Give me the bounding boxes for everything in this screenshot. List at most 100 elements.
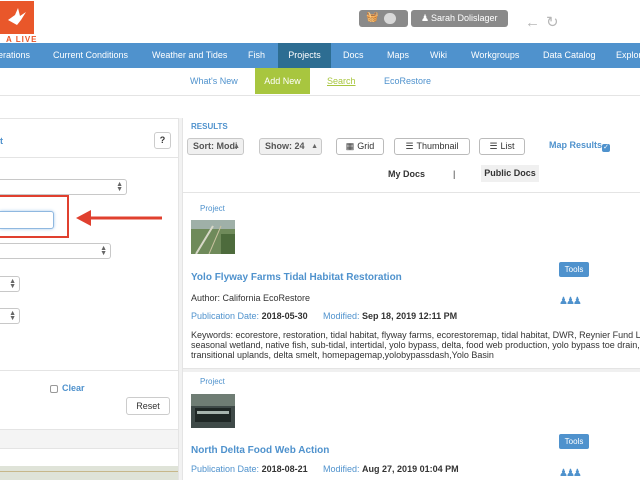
nav-projects[interactable]: Projects xyxy=(278,43,331,68)
result-author: Author: California EcoRestore xyxy=(191,293,311,303)
results-heading: RESULTS xyxy=(191,122,228,131)
publication-date: Publication Date: 2018-05-30 xyxy=(191,311,308,321)
user-icon: ♟ xyxy=(421,13,430,23)
map-results-label[interactable]: Map Results xyxy=(549,140,602,150)
my-docs-tab[interactable]: My Docs xyxy=(388,169,425,179)
show-count-value: Show: 24 xyxy=(265,141,305,151)
collapsed-section-bar[interactable] xyxy=(0,429,178,449)
subnav-whats-new[interactable]: What's New xyxy=(190,68,238,94)
modified-date-label: Modified: xyxy=(323,311,360,321)
bird-logo-icon xyxy=(8,8,26,25)
annotation-highlight-box xyxy=(0,195,69,238)
spacer xyxy=(0,449,178,466)
result-type: Project xyxy=(200,204,225,213)
map-road xyxy=(0,471,178,472)
nav-explore[interactable]: Explor xyxy=(616,43,640,68)
nav-maps[interactable]: Maps xyxy=(387,43,409,68)
nav-weather-and-tides[interactable]: Weather and Tides xyxy=(152,43,227,68)
search-filter-panel: t ? ▲ ▼ ▲ ▼ ▲ ▼ ▲ ▼ Clear Reset xyxy=(0,118,178,480)
publication-date-label: Publication Date: xyxy=(191,464,260,474)
select-caret-icon: ▲▼ xyxy=(116,181,123,193)
user-name: Sarah Dolislager xyxy=(431,13,498,23)
grid-icon: ▦ xyxy=(345,141,355,151)
thumbnail-label: Thumbnail xyxy=(416,141,459,151)
map-results-checkbox[interactable]: ✓ xyxy=(602,144,610,152)
nav-operations[interactable]: erations xyxy=(0,43,42,68)
sub-navigation: What's New Add New Search EcoRestore xyxy=(0,68,640,96)
filter-select-3[interactable]: ▲ ▼ xyxy=(0,276,20,292)
site-logo[interactable] xyxy=(0,1,34,34)
annotation-arrow-icon xyxy=(76,210,162,226)
nav-workgroups[interactable]: Workgroups xyxy=(471,43,519,68)
group-icon[interactable]: ♟♟♟ xyxy=(559,468,582,479)
modified-date-label: Modified: xyxy=(323,464,360,474)
show-count-select[interactable]: Show: 24 ▲▼ xyxy=(259,138,322,155)
modified-date-value: Sep 18, 2019 12:11 PM xyxy=(362,311,458,321)
list-view-button[interactable]: ☰ List xyxy=(479,138,525,155)
filter-panel-title: t xyxy=(0,136,3,146)
cart-toggle[interactable]: 🧺 xyxy=(359,10,408,27)
clear-link[interactable]: Clear xyxy=(62,383,85,393)
divider xyxy=(0,370,178,371)
top-header: A LIVE 🧺 ♟ Sarah Dolislager ← ↻ xyxy=(0,0,640,44)
publication-date-label: Publication Date: xyxy=(191,311,260,321)
result-keywords-line-3: transitional uplands, delta smelt, homep… xyxy=(191,350,494,360)
public-docs-tab[interactable]: Public Docs xyxy=(481,165,539,182)
main-navigation: erations Current Conditions Weather and … xyxy=(0,43,640,68)
subnav-add-new[interactable]: Add New xyxy=(255,68,310,94)
nav-docs[interactable]: Docs xyxy=(343,43,364,68)
select-caret-icon: ▲▼ xyxy=(233,143,240,150)
user-menu-button[interactable]: ♟ Sarah Dolislager xyxy=(411,10,508,27)
toggle-knob xyxy=(384,13,396,24)
publication-date: Publication Date: 2018-08-21 xyxy=(191,464,308,474)
result-thumbnail[interactable] xyxy=(191,394,235,428)
modified-date-value: Aug 27, 2019 01:04 PM xyxy=(362,464,459,474)
tools-button[interactable]: Tools xyxy=(559,434,589,449)
result-type: Project xyxy=(200,377,225,386)
filter-select-2[interactable]: ▲ ▼ xyxy=(0,243,111,259)
subnav-ecorestore[interactable]: EcoRestore xyxy=(384,68,431,94)
back-arrow-icon[interactable]: ← xyxy=(525,15,540,30)
divider xyxy=(183,192,640,193)
select-caret-icon: ▲▼ xyxy=(9,310,16,322)
card-separator xyxy=(183,368,640,372)
nav-data-catalog[interactable]: Data Catalog xyxy=(543,43,596,68)
filter-select-1[interactable]: ▲ ▼ xyxy=(0,179,127,195)
list-label: List xyxy=(500,141,515,151)
publication-date-value: 2018-08-21 xyxy=(261,464,308,474)
result-keywords-line-2: seasonal wetland, native fish, sub-tidal… xyxy=(191,340,640,350)
result-title-link[interactable]: North Delta Food Web Action xyxy=(191,445,329,456)
select-caret-icon: ▲▼ xyxy=(311,143,318,150)
basket-icon: 🧺 xyxy=(366,12,379,23)
list-icon: ☰ xyxy=(405,141,414,151)
tab-separator: | xyxy=(453,169,456,179)
result-title-link[interactable]: Yolo Flyway Farms Tidal Habitat Restorat… xyxy=(191,272,402,283)
sort-select-value: Sort: Modi xyxy=(193,141,238,151)
nav-fish[interactable]: Fish xyxy=(248,43,265,68)
results-panel: RESULTS Sort: Modi ▲▼ Show: 24 ▲▼ ▦Grid … xyxy=(183,118,640,480)
nav-wiki[interactable]: Wiki xyxy=(430,43,447,68)
thumbnail-view-button[interactable]: ☰ Thumbnail xyxy=(394,138,470,155)
filter-select-4[interactable]: ▲ ▼ xyxy=(0,308,20,324)
filter-panel-header: t ? xyxy=(0,118,178,158)
help-button[interactable]: ? xyxy=(154,132,171,149)
nav-current-conditions[interactable]: Current Conditions xyxy=(53,43,128,68)
reset-button[interactable]: Reset xyxy=(126,397,170,415)
grid-view-button[interactable]: ▦ Grid xyxy=(336,138,384,155)
result-keywords-line-1: Keywords: ecorestore, restoration, tidal… xyxy=(191,330,640,340)
subnav-search[interactable]: Search xyxy=(327,68,356,94)
sort-select[interactable]: Sort: Modi ▲▼ xyxy=(187,138,244,155)
result-thumbnail[interactable] xyxy=(191,220,235,254)
tools-button[interactable]: Tools xyxy=(559,262,589,277)
group-icon[interactable]: ♟♟♟ xyxy=(559,296,582,307)
modified-date: Modified: Aug 27, 2019 01:04 PM xyxy=(323,464,459,474)
grid-label: Grid xyxy=(357,141,375,151)
select-caret-icon: ▲▼ xyxy=(9,278,16,290)
list-icon: ☰ xyxy=(489,141,498,151)
map-preview[interactable] xyxy=(0,466,178,480)
modified-date: Modified: Sep 18, 2019 12:11 PM xyxy=(323,311,457,321)
publication-date-value: 2018-05-30 xyxy=(261,311,308,321)
clear-checkbox[interactable] xyxy=(50,385,58,393)
select-caret-icon: ▲▼ xyxy=(100,245,107,257)
refresh-icon[interactable]: ↻ xyxy=(546,15,559,30)
